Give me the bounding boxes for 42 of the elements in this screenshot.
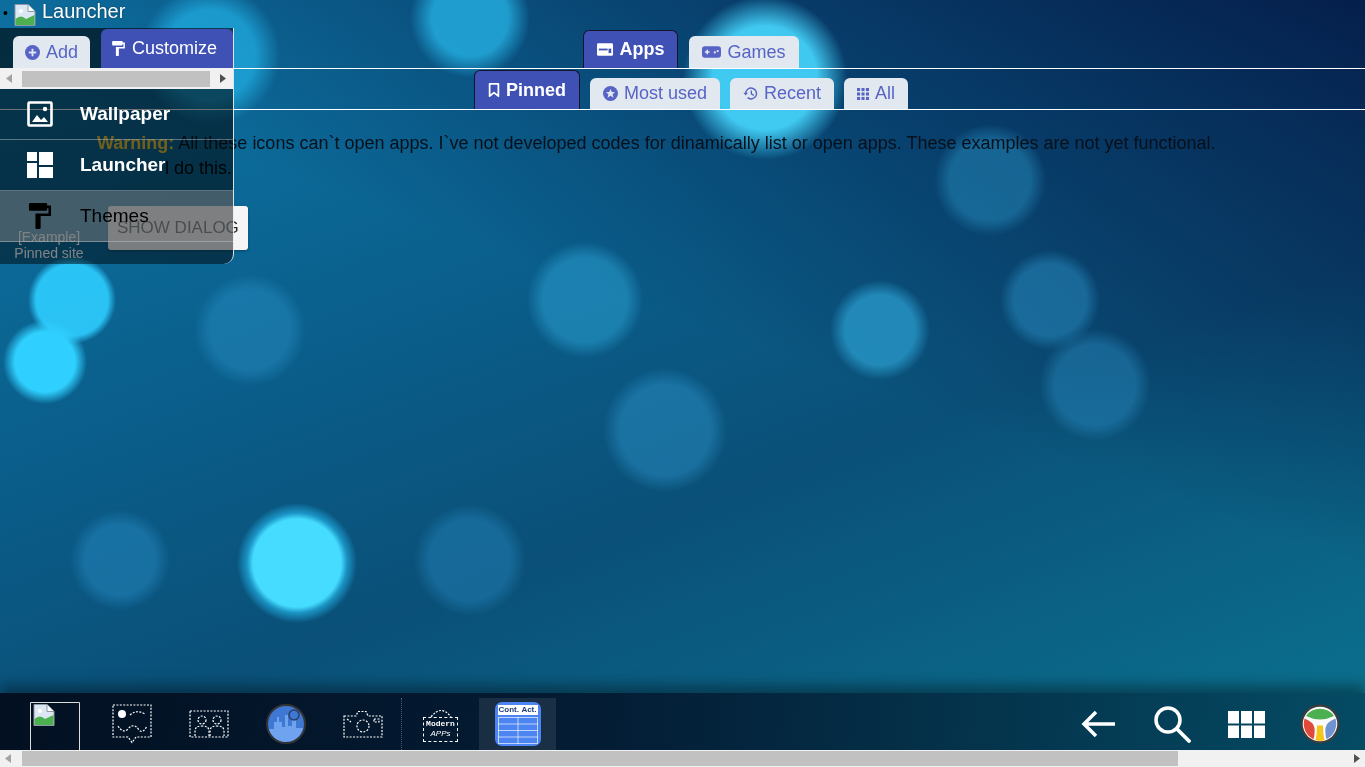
city-logo-icon [265,704,306,744]
bullet-mark: • [3,4,9,23]
four-color-circle-icon[interactable] [1300,704,1340,744]
star-circle-icon [602,86,618,101]
taskbar-app-button[interactable]: Cont. Act. [479,698,556,750]
scroll-right-arrow-icon[interactable] [1354,754,1360,763]
broken-image-icon [14,4,36,26]
window-icon [597,43,614,56]
filter-tab[interactable]: All [844,78,909,109]
section-tab[interactable]: Games [689,36,799,68]
filter-tab[interactable]: Recent [730,78,835,109]
broken-image-icon [29,702,80,750]
page-title: Launcher [42,0,126,22]
filter-tab[interactable]: Pinned [473,70,580,109]
dashboard-icon [27,152,53,178]
taskbar-app-button[interactable]: Modern APPs [402,698,479,750]
dashed-picture-message-icon [111,704,152,744]
scroll-right-arrow-icon[interactable] [220,74,226,83]
sign-text: Modern [426,718,455,729]
history-icon [743,86,758,101]
search-icon[interactable] [1153,705,1191,743]
scrollbar-thumb[interactable] [22,70,210,87]
horizontal-scrollbar[interactable] [0,750,1365,767]
panel-tab[interactable]: Add [13,36,91,68]
gamepad-icon [702,46,722,58]
bookmark-icon [487,83,500,97]
paint-roller-icon [27,203,53,229]
panel-tab[interactable]: Customize [101,29,233,68]
plus-circle-icon [25,44,40,60]
back-arrow-icon[interactable] [1080,709,1116,739]
filter-tab[interactable]: Most used [589,78,720,109]
grid-icon [857,86,870,101]
horizontal-scrollbar[interactable] [0,68,233,89]
dashed-people-icon [188,710,229,738]
scrollbar-thumb[interactable] [22,751,1178,766]
app-grid-icon[interactable] [1227,710,1265,738]
dashed-camera-icon [342,710,383,738]
sign-text: APPs [430,728,451,739]
paint-roller-icon [111,41,127,56]
column-label: Cont. [497,705,520,715]
column-label: Act. [520,705,538,715]
section-tab[interactable]: Apps [583,30,679,68]
